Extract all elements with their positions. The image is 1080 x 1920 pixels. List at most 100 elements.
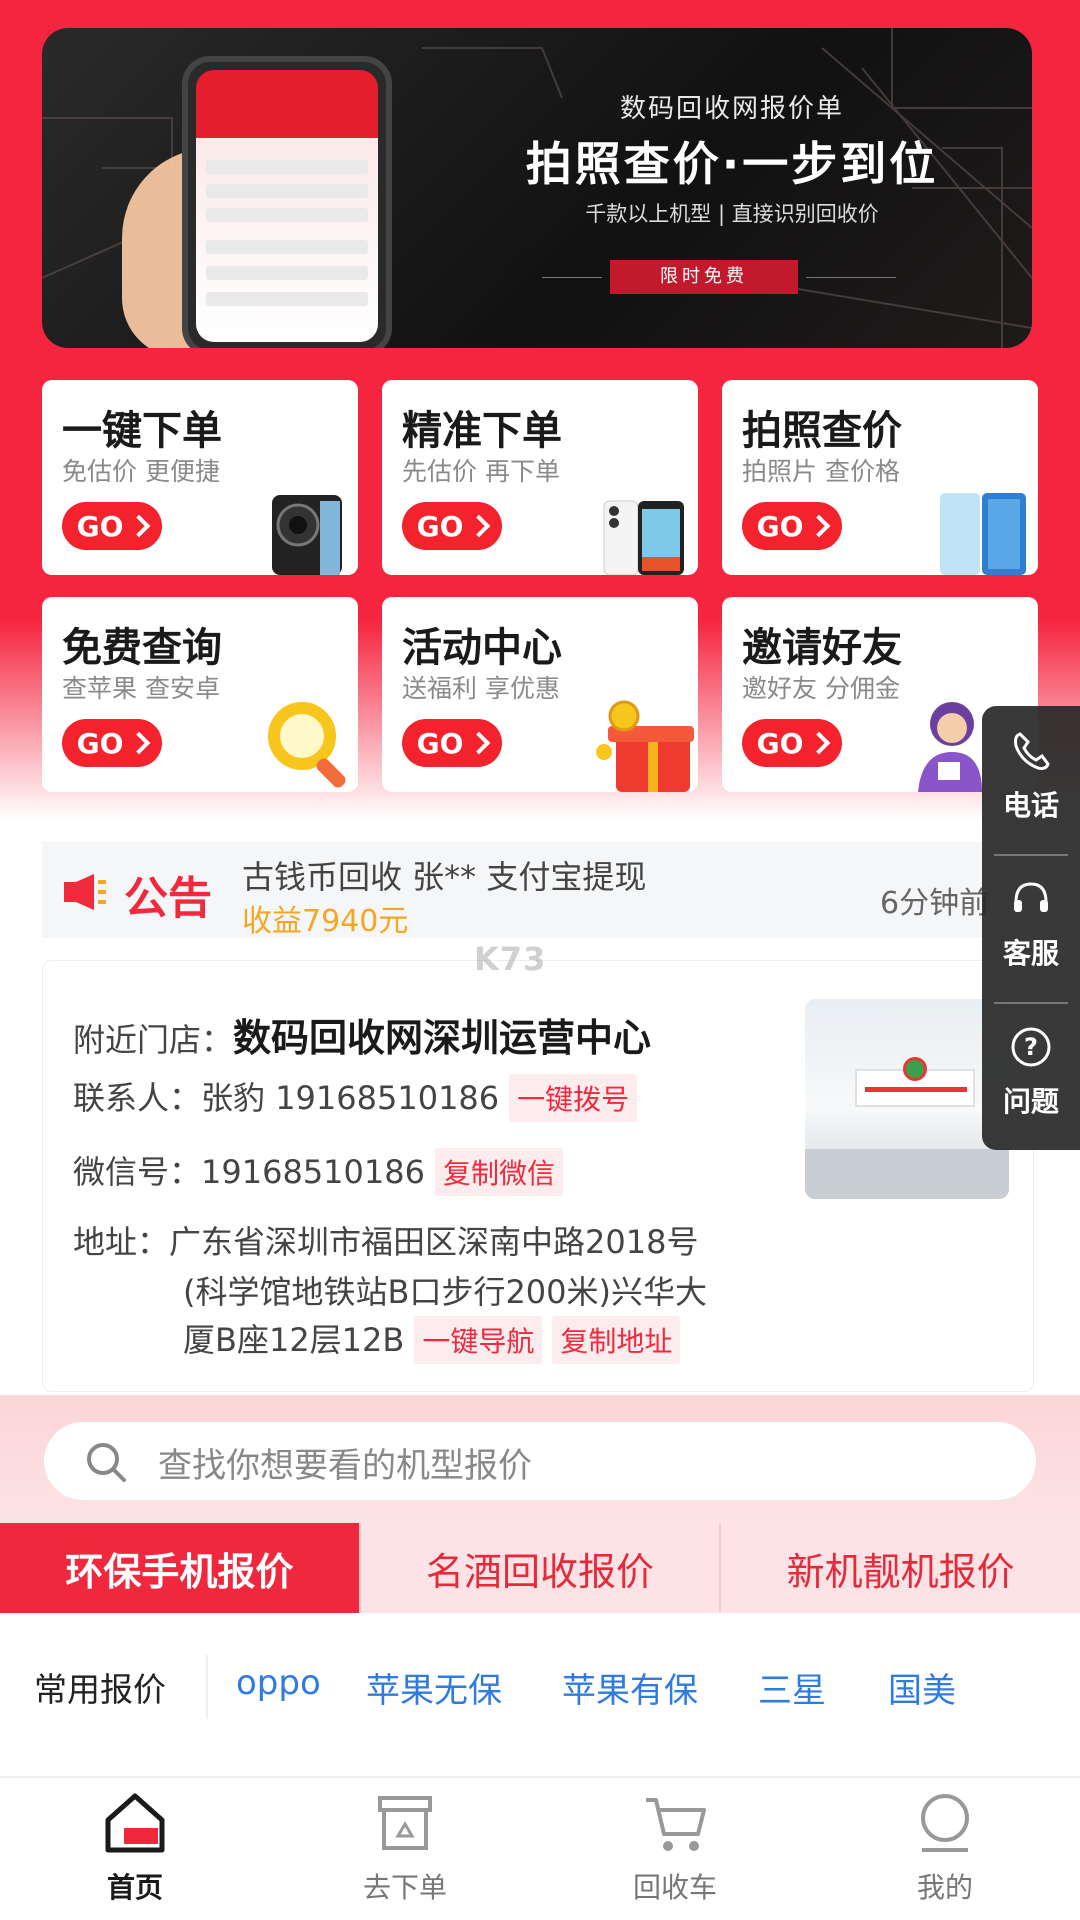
go-label: GO [756, 726, 804, 760]
go-button[interactable]: GO [742, 502, 842, 550]
quote-link-gome[interactable]: 国美 [888, 1663, 956, 1712]
side-question[interactable]: ? 问题 [982, 1024, 1080, 1120]
profile-icon [921, 1794, 969, 1852]
contact-label: 联系人： [73, 1079, 202, 1117]
card-one-click-order[interactable]: 一键下单 免估价 更便捷 GO [42, 380, 358, 575]
nav-cart[interactable]: 回收车 [540, 1788, 810, 1906]
magnifier-icon [268, 702, 346, 788]
go-button[interactable]: GO [62, 502, 162, 550]
copy-address-button[interactable]: 复制地址 [552, 1316, 681, 1364]
card-subtitle: 送福利 享优惠 [402, 674, 560, 703]
contact-value: 张豹 19168510186 [201, 1079, 500, 1117]
watermark-logo: K73 [474, 940, 547, 978]
nav-home-label: 首页 [106, 1871, 163, 1904]
search-icon [87, 1443, 126, 1482]
notice-amount: 收益7940元 [242, 904, 409, 939]
phone-dark-icon [272, 495, 342, 575]
banner-subtitle: 数码回收网报价单 [619, 94, 844, 124]
side-question-label: 问题 [1002, 1085, 1059, 1118]
tab-phone-price[interactable]: 环保手机报价 [0, 1523, 359, 1613]
go-button[interactable]: GO [62, 719, 162, 767]
card-precise-order[interactable]: 精准下单 先估价 再下单 GO [382, 380, 698, 575]
address-line3: 厦B座12层12B [183, 1321, 405, 1359]
price-tabs: 环保手机报价 名酒回收报价 新机靓机报价 [0, 1523, 1080, 1613]
store-photo[interactable] [805, 999, 1009, 1199]
card-title: 拍照查价 [742, 408, 902, 454]
nav-order[interactable]: 去下单 [270, 1788, 540, 1906]
phone-iphone-icon [603, 500, 684, 575]
card-free-query[interactable]: 免费查询 查苹果 查安卓 GO [42, 597, 358, 792]
address-label: 地址： [73, 1223, 170, 1261]
nav-cart-label: 回收车 [632, 1871, 717, 1904]
card-title: 活动中心 [402, 625, 562, 671]
store-wechat-line: 微信号：19168510186 复制微信 [73, 1147, 563, 1196]
card-title: 精准下单 [402, 408, 562, 454]
go-label: GO [76, 726, 124, 760]
navigate-button[interactable]: 一键导航 [414, 1316, 543, 1364]
quotes-divider [206, 1655, 208, 1719]
store-contact-line: 联系人：张豹 19168510186 一键拨号 [73, 1073, 638, 1122]
chevron-right-icon [128, 514, 151, 538]
store-name: 数码回收网深圳运营中心 [233, 1016, 652, 1060]
nav-order-label: 去下单 [362, 1871, 447, 1904]
card-subtitle: 免估价 更便捷 [62, 457, 220, 486]
common-quotes: 常用报价 oppo 苹果无保 苹果有保 三星 国美 [0, 1615, 1080, 1755]
nearby-store-card: 附近门店：数码回收网深圳运营中心 联系人：张豹 19168510186 一键拨号 … [42, 960, 1034, 1392]
side-divider [994, 854, 1068, 856]
chevron-right-icon [468, 514, 491, 538]
store-address-line: 地址：广东省深圳市福田区深南中路2018号 [73, 1217, 698, 1263]
notice-label: 公告 [124, 873, 212, 924]
card-title: 邀请好友 [742, 625, 902, 671]
tab-liquor-price[interactable]: 名酒回收报价 [358, 1523, 720, 1613]
side-phone[interactable]: 电话 [982, 728, 1080, 824]
go-button[interactable]: GO [402, 502, 502, 550]
notice-time: 6分钟前 [880, 886, 990, 921]
promo-banner[interactable]: 数码回收网报价单 拍照查价·一步到位 千款以上机型 | 直接识别回收价 限时免费 [42, 28, 1032, 348]
chevron-right-icon [468, 731, 491, 755]
notice-bar[interactable]: 公告 古钱币回收 张** 支付宝提现 收益7940元 6分钟前 [42, 842, 1002, 939]
quote-link-oppo[interactable]: oppo [236, 1663, 321, 1703]
quote-link-apple-warranty[interactable]: 苹果有保 [562, 1663, 698, 1712]
svg-text:?: ? [1024, 1033, 1038, 1061]
quote-link-apple-no-warranty[interactable]: 苹果无保 [366, 1663, 502, 1712]
copy-wechat-button[interactable]: 复制微信 [434, 1148, 563, 1196]
go-label: GO [416, 726, 464, 760]
phone-icon [1014, 732, 1050, 770]
wechat-label: 微信号： [73, 1153, 202, 1191]
go-label: GO [76, 509, 124, 543]
nav-home[interactable]: 首页 [0, 1788, 270, 1906]
cart-icon [646, 1798, 706, 1851]
headset-icon [1014, 882, 1048, 912]
search-placeholder: 查找你想要看的机型报价 [158, 1446, 532, 1486]
side-divider [994, 1002, 1068, 1004]
wechat-value: 19168510186 [201, 1153, 425, 1191]
bottom-nav: 首页 去下单 回收车 我的 [0, 1776, 1080, 1920]
banner-badge: 限时免费 [610, 260, 798, 294]
go-label: GO [756, 509, 804, 543]
banner-description: 千款以上机型 | 直接识别回收价 [585, 202, 879, 226]
store-name-line: 附近门店：数码回收网深圳运营中心 [73, 1007, 651, 1062]
tab-new-phone-price[interactable]: 新机靓机报价 [719, 1523, 1080, 1613]
card-photo-price[interactable]: 拍照查价 拍照片 查价格 GO [722, 380, 1038, 575]
chevron-right-icon [128, 731, 151, 755]
banner-rule-right [806, 277, 896, 278]
notice-text: 古钱币回收 张** 支付宝提现 [242, 858, 647, 896]
order-box-icon [378, 1796, 432, 1850]
chevron-right-icon [808, 514, 831, 538]
question-icon: ? [1011, 1027, 1051, 1067]
side-service-label: 客服 [1002, 937, 1059, 970]
card-subtitle: 先估价 再下单 [402, 457, 560, 486]
go-button[interactable]: GO [402, 719, 502, 767]
search-input[interactable]: 查找你想要看的机型报价 [44, 1422, 1036, 1500]
phone-illustration [182, 56, 392, 348]
quote-link-samsung[interactable]: 三星 [758, 1663, 826, 1712]
address-line1: 广东省深圳市福田区深南中路2018号 [169, 1223, 699, 1261]
go-button[interactable]: GO [742, 719, 842, 767]
store-address-line2: (科学馆地铁站B口步行200米)兴华大 [183, 1273, 708, 1311]
side-service[interactable]: 客服 [982, 876, 1080, 972]
call-button[interactable]: 一键拨号 [509, 1074, 638, 1122]
person-icon [918, 702, 982, 792]
card-activity-center[interactable]: 活动中心 送福利 享优惠 GO [382, 597, 698, 792]
nav-profile[interactable]: 我的 [810, 1788, 1080, 1906]
side-phone-label: 电话 [1002, 789, 1059, 822]
